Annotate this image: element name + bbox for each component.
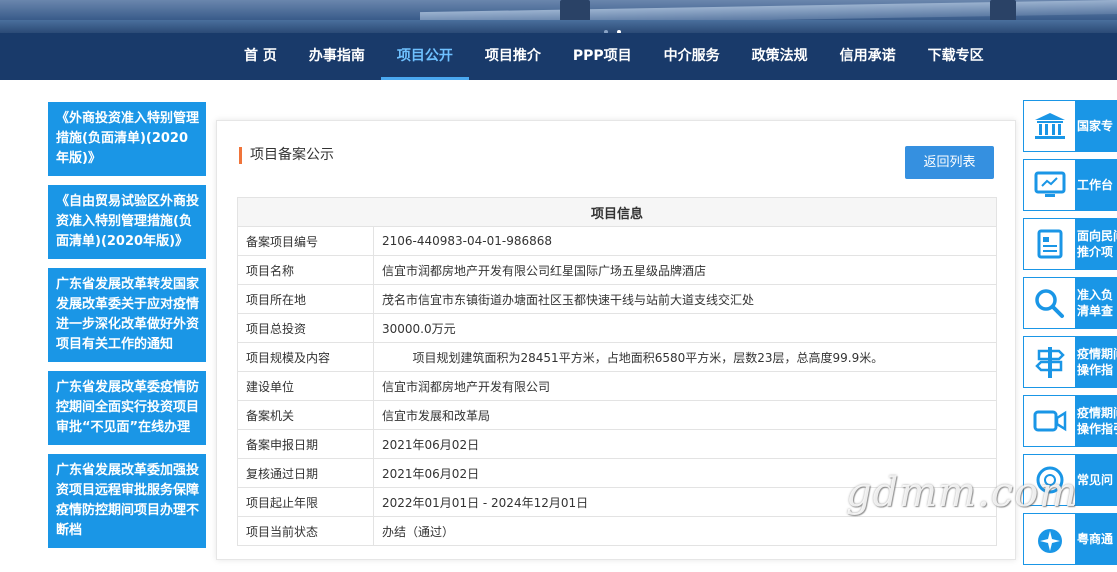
row-key: 备案项目编号 (237, 226, 374, 256)
table-row: 项目规模及内容 项目规划建筑面积为28451平方米，占地面积6580平方米，层数… (237, 342, 997, 372)
table-row: 项目总投资 30000.0万元 (237, 313, 997, 343)
nav-item-intermediary[interactable]: 中介服务 (648, 33, 736, 80)
row-value: 信宜市润都房地产开发有限公司红星国际广场五星级品牌酒店 (373, 255, 997, 285)
nav-item-policy[interactable]: 政策法规 (736, 33, 824, 80)
table-row: 项目所在地 茂名市信宜市东镇街道办塘面社区玉都快速干线与站前大道支线交汇处 (237, 284, 997, 314)
row-value: 信宜市发展和改革局 (373, 400, 997, 430)
policy-link-card[interactable]: 广东省发展改革委加强投资项目远程审批服务保障疫情防控期间项目办理不断档 (48, 454, 206, 548)
service-link-label: 工作台 (1077, 178, 1114, 192)
nav-item-downloads[interactable]: 下载专区 (912, 33, 1000, 80)
table-row: 备案项目编号 2106-440983-04-01-986868 (237, 226, 997, 256)
table-row: 项目名称 信宜市润都房地产开发有限公司红星国际广场五星级品牌酒店 (237, 255, 997, 285)
row-key: 项目名称 (237, 255, 374, 285)
nav-item-credit[interactable]: 信用承诺 (824, 33, 912, 80)
left-policy-links: 《外商投资准入特别管理措施(负面清单)(2020年版)》 《自由贸易试验区外商投… (48, 102, 206, 557)
table-header: 项目信息 (237, 197, 997, 227)
table-row: 项目当前状态 办结（通过） (237, 516, 997, 546)
nav-item-ppp[interactable]: PPP项目 (557, 33, 648, 80)
table-row: 备案机关 信宜市发展和改革局 (237, 400, 997, 430)
service-link-label: 疫情期间 操作指引 (1077, 406, 1117, 436)
service-link-private-projects[interactable]: 面向民间 推介项 (1023, 218, 1117, 270)
service-link-label: 常见问 (1077, 473, 1114, 487)
row-key: 项目总投资 (237, 313, 374, 343)
service-link-negative-list[interactable]: 准入负 清单查 (1023, 277, 1117, 329)
row-key: 项目当前状态 (237, 516, 374, 546)
row-key: 建设单位 (237, 371, 374, 401)
row-value: 项目规划建筑面积为28451平方米，占地面积6580平方米，层数23层，总高度9… (373, 342, 997, 372)
service-link-yueshangtong[interactable]: 粤商通 (1023, 513, 1117, 565)
nav-item-guide[interactable]: 办事指南 (293, 33, 381, 80)
row-key: 项目起止年限 (237, 487, 374, 517)
nav-item-home[interactable]: 首 页 (228, 33, 293, 80)
service-link-epidemic-guide[interactable]: 疫情期间 操作指 (1023, 336, 1117, 388)
row-value: 2021年06月02日 (373, 429, 997, 459)
row-key: 项目所在地 (237, 284, 374, 314)
nav-item-project-disclosure[interactable]: 项目公开 (380, 33, 469, 80)
header-banner (0, 0, 1117, 33)
row-key: 备案申报日期 (237, 429, 374, 459)
row-value: 信宜市润都房地产开发有限公司 (373, 371, 997, 401)
section-title: 项目备案公示 (239, 147, 334, 164)
magnifier-icon (1024, 278, 1075, 328)
yueshangtong-logo-icon (1024, 514, 1075, 564)
nav-item-project-promotion[interactable]: 项目推介 (469, 33, 557, 80)
video-camera-icon (1024, 396, 1075, 446)
row-value: 2106-440983-04-01-986868 (373, 226, 997, 256)
row-key: 复核通过日期 (237, 458, 374, 488)
row-key: 备案机关 (237, 400, 374, 430)
service-link-label: 准入负 清单查 (1077, 288, 1114, 318)
table-row: 备案申报日期 2021年06月02日 (237, 429, 997, 459)
signpost-icon (1024, 337, 1075, 387)
government-building-icon (1024, 101, 1075, 151)
computer-screen-icon (1024, 160, 1075, 210)
site-watermark: gdmm.com (846, 470, 1079, 516)
table-row: 建设单位 信宜市润都房地产开发有限公司 (237, 371, 997, 401)
service-link-workbench[interactable]: 工作台 (1023, 159, 1117, 211)
row-key: 项目规模及内容 (237, 342, 374, 372)
service-link-epidemic-video[interactable]: 疫情期间 操作指引 (1023, 395, 1117, 447)
service-link-label: 国家专 (1077, 119, 1114, 133)
row-value: 茂名市信宜市东镇街道办塘面社区玉都快速干线与站前大道支线交汇处 (373, 284, 997, 314)
row-value: 30000.0万元 (373, 313, 997, 343)
service-link-national[interactable]: 国家专 (1023, 100, 1117, 152)
service-link-label: 面向民间 推介项 (1077, 229, 1117, 259)
policy-link-card[interactable]: 《外商投资准入特别管理措施(负面清单)(2020年版)》 (48, 102, 206, 176)
banner-water (0, 20, 1117, 33)
row-value: 办结（通过） (373, 516, 997, 546)
document-list-icon (1024, 219, 1075, 269)
policy-link-card[interactable]: 《自由贸易试验区外商投资准入特别管理措施(负面清单)(2020年版)》 (48, 185, 206, 259)
policy-link-card[interactable]: 广东省发展改革委疫情防控期间全面实行投资项目审批“不见面”在线办理 (48, 371, 206, 445)
service-link-label: 粤商通 (1077, 532, 1114, 546)
main-nav: 首 页 办事指南 项目公开 项目推介 PPP项目 中介服务 政策法规 信用承诺 … (0, 33, 1117, 80)
back-to-list-button[interactable]: 返回列表 (905, 146, 994, 179)
policy-link-card[interactable]: 广东省发展改革转发国家发展改革委关于应对疫情进一步深化改革做好外资项目有关工作的… (48, 268, 206, 362)
service-link-label: 疫情期间 操作指 (1077, 347, 1117, 377)
